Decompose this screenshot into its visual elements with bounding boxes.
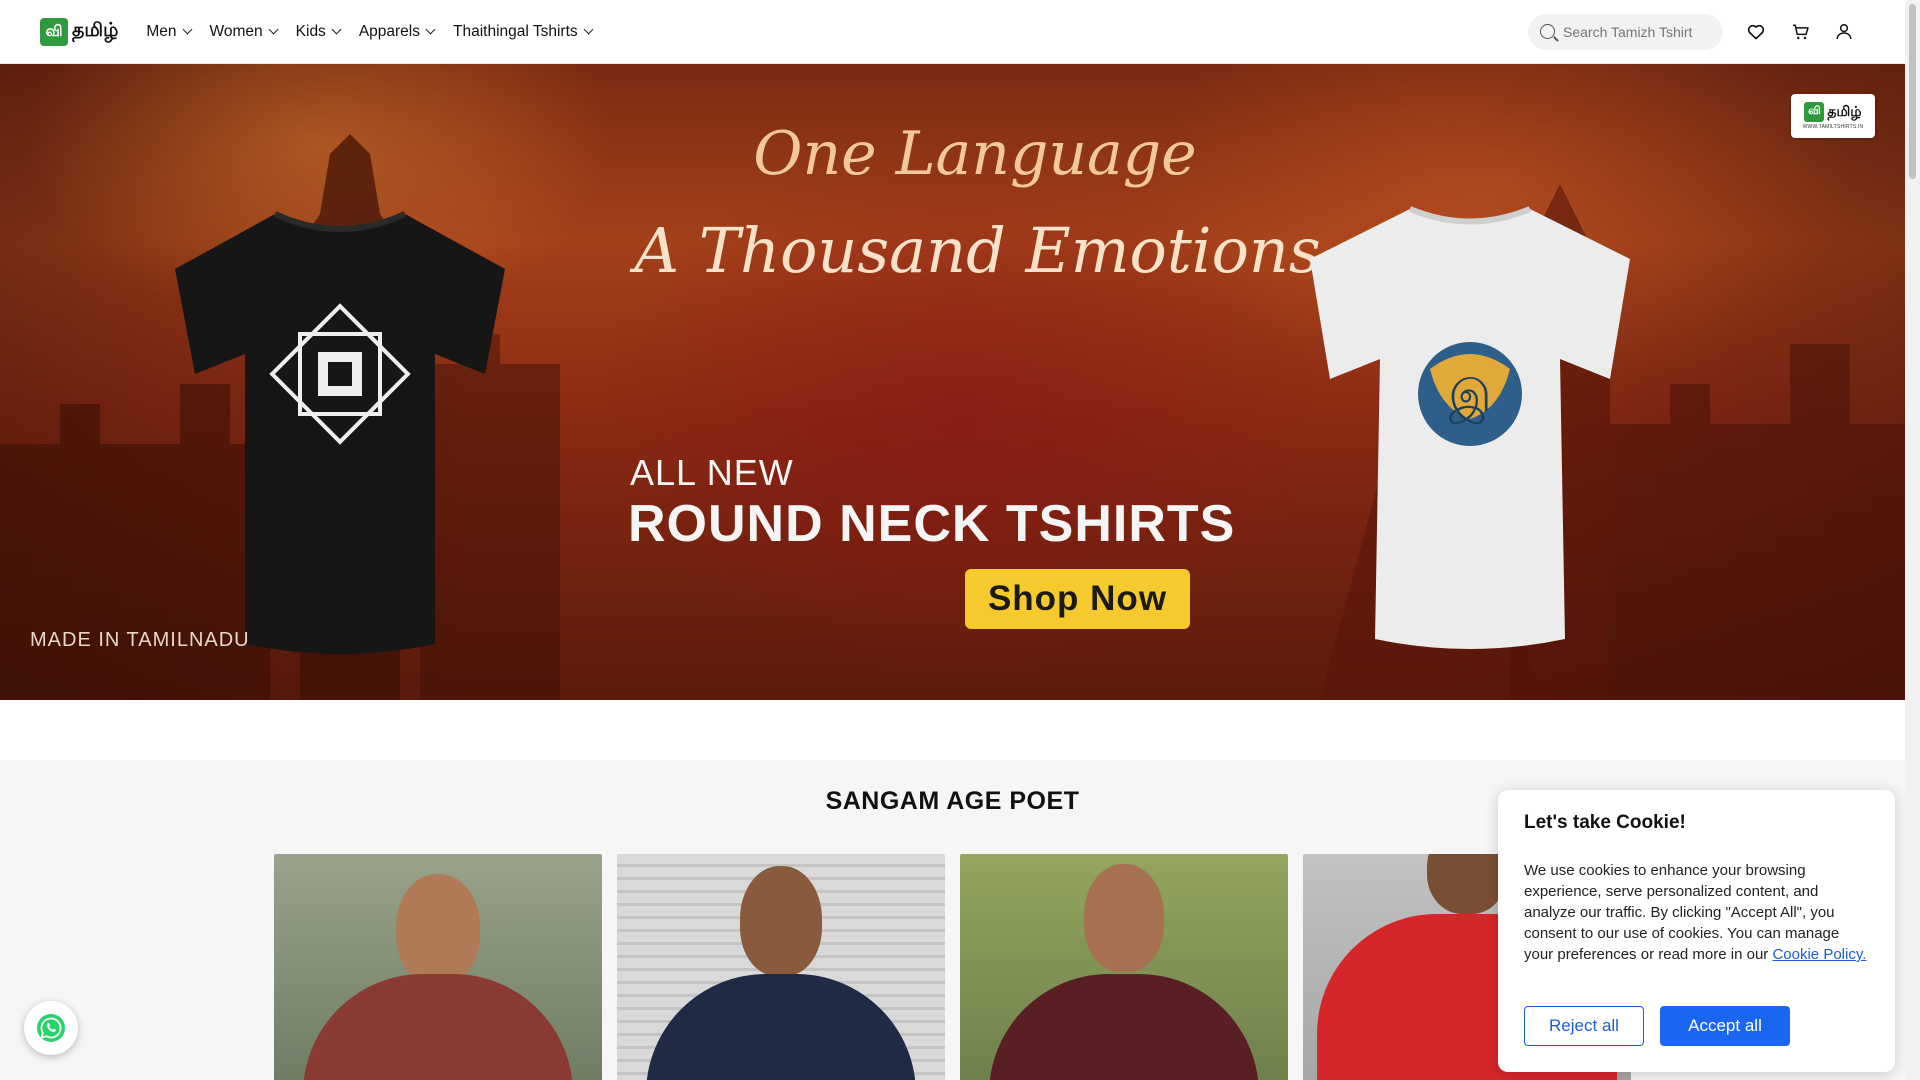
chevron-down-icon xyxy=(425,24,436,35)
nav-apparels[interactable]: Apparels xyxy=(358,22,436,41)
search-input[interactable] xyxy=(1563,23,1703,40)
account-button[interactable] xyxy=(1833,21,1855,43)
model-shirt xyxy=(303,974,573,1080)
header-actions xyxy=(1528,13,1855,50)
nav-thaithingal[interactable]: Thaithingal Tshirts xyxy=(453,22,594,41)
model-head xyxy=(1084,864,1164,972)
accept-all-button[interactable]: Accept all xyxy=(1660,1006,1790,1046)
nav-women[interactable]: Women xyxy=(209,22,279,41)
cookie-title: Let's take Cookie! xyxy=(1524,812,1686,833)
cookie-actions: Reject all Accept all xyxy=(1524,1006,1790,1046)
hero-banner[interactable]: வி தமிழ் WWW.TAMILTSHIRTS.IN One Languag… xyxy=(0,64,1905,700)
wishlist-button[interactable] xyxy=(1745,21,1767,43)
nav-label: Kids xyxy=(295,22,326,40)
hero-heading: ROUND NECK TSHIRTS xyxy=(628,495,1236,553)
product-card[interactable] xyxy=(617,854,945,1080)
model-head xyxy=(1427,854,1507,914)
chevron-down-icon xyxy=(331,24,342,35)
nav-label: Thaithingal Tshirts xyxy=(453,22,578,40)
shop-now-button[interactable]: Shop Now xyxy=(965,569,1190,629)
whatsapp-button[interactable] xyxy=(24,1001,78,1055)
site-logo[interactable]: வி தமிழ் xyxy=(40,17,119,46)
reject-all-button[interactable]: Reject all xyxy=(1524,1006,1644,1046)
model-head xyxy=(396,874,480,984)
cookie-body: We use cookies to enhance your browsing … xyxy=(1524,860,1869,965)
svg-text:இ: இ xyxy=(1449,371,1492,424)
main-nav: Men Women Kids Apparels Thaithingal Tshi… xyxy=(146,22,594,41)
user-icon xyxy=(1836,24,1852,40)
search-box[interactable] xyxy=(1528,13,1723,50)
model-shirt xyxy=(646,974,916,1080)
white-tshirt-image: இ xyxy=(1310,206,1630,649)
model-shirt xyxy=(989,974,1259,1080)
whatsapp-icon xyxy=(37,1014,65,1042)
cart-icon xyxy=(1792,24,1809,39)
scrollbar-thumb[interactable] xyxy=(1909,4,1916,179)
logo-mark: வி xyxy=(40,17,68,46)
search-icon xyxy=(1540,24,1555,39)
nav-men[interactable]: Men xyxy=(146,22,192,41)
chevron-down-icon xyxy=(182,24,192,35)
site-header: வி தமிழ் Men Women Kids Apparels Thaithi… xyxy=(0,0,1905,64)
heart-icon xyxy=(1747,24,1765,40)
product-card[interactable] xyxy=(274,854,602,1080)
black-tshirt-image xyxy=(175,211,505,654)
hero-subheading: ALL NEW xyxy=(630,452,794,493)
logo-text: தமிழ் xyxy=(72,19,119,41)
nav-label: Apparels xyxy=(358,22,420,40)
model-head xyxy=(740,866,822,976)
cart-button[interactable] xyxy=(1789,21,1811,43)
nav-label: Women xyxy=(209,22,263,40)
page-scrollbar[interactable] xyxy=(1905,0,1920,1080)
nav-label: Men xyxy=(146,22,177,40)
chevron-down-icon xyxy=(583,24,594,35)
chevron-down-icon xyxy=(268,24,279,35)
cookie-consent-dialog: Let's take Cookie! We use cookies to enh… xyxy=(1498,790,1895,1072)
nav-kids[interactable]: Kids xyxy=(295,22,342,41)
made-in-label: MADE IN TAMILNADU xyxy=(30,629,250,651)
product-card[interactable] xyxy=(960,854,1288,1080)
cookie-policy-link[interactable]: Cookie Policy. xyxy=(1772,946,1866,963)
